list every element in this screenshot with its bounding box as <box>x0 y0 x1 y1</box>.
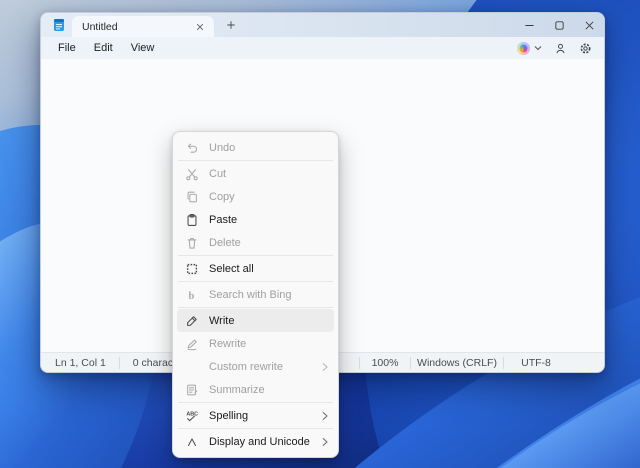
menu-item-summarize: Summarize <box>177 378 334 401</box>
gear-icon <box>579 42 592 55</box>
menu-item-write[interactable]: Write <box>177 309 334 332</box>
menu-item-label: Rewrite <box>209 338 330 350</box>
tab-title: Untitled <box>82 21 192 33</box>
menu-item-label: Spelling <box>209 410 316 422</box>
menu-separator <box>178 255 333 256</box>
close-window-button[interactable] <box>574 13 604 37</box>
toolbar-right <box>517 42 592 55</box>
menu-item-label: Paste <box>209 214 330 226</box>
menu-file[interactable]: File <box>49 40 85 56</box>
undo-icon <box>184 140 200 156</box>
copilot-icon <box>517 42 530 55</box>
menu-item-copy: Copy <box>177 185 334 208</box>
no-icon <box>184 359 200 375</box>
status-cursor-position: Ln 1, Col 1 <box>41 357 119 369</box>
status-zoom-level: 100% <box>360 357 410 369</box>
menu-item-paste[interactable]: Paste <box>177 208 334 231</box>
close-icon <box>196 23 204 31</box>
menu-item-label: Undo <box>209 142 330 154</box>
menu-item-label: Custom rewrite <box>209 361 316 373</box>
notepad-app-icon <box>46 13 72 37</box>
menu-item-select-all[interactable]: Select all <box>177 257 334 280</box>
maximize-icon <box>554 20 565 31</box>
account-button[interactable] <box>554 42 567 55</box>
tab-close-button[interactable] <box>192 19 208 35</box>
menu-view[interactable]: View <box>122 40 164 56</box>
desktop: Untitled <box>0 0 640 468</box>
menu-separator <box>178 428 333 429</box>
person-icon <box>554 42 567 55</box>
status-encoding: UTF-8 <box>504 357 568 369</box>
svg-text:ABC: ABC <box>186 411 198 417</box>
menu-item-label: Display and Unicode <box>209 436 316 448</box>
spelling-icon: ABC <box>184 408 200 424</box>
menu-item-delete: Delete <box>177 231 334 254</box>
minimize-button[interactable] <box>514 13 544 37</box>
menu-item-label: Copy <box>209 191 330 203</box>
menu-separator <box>178 307 333 308</box>
submenu-chevron-icon <box>316 437 330 447</box>
menu-item-display-and-unicode[interactable]: Display and Unicode <box>177 430 334 453</box>
menu-item-custom-rewrite: Custom rewrite <box>177 355 334 378</box>
copy-icon <box>184 189 200 205</box>
delete-icon <box>184 235 200 251</box>
context-menu: Undo Cut Copy Paste Delete Select all b Search … <box>172 131 339 458</box>
close-icon <box>584 20 595 31</box>
tab-untitled[interactable]: Untitled <box>72 16 214 37</box>
menu-item-cut: Cut <box>177 162 334 185</box>
menu-item-label: Summarize <box>209 384 330 396</box>
status-line-endings: Windows (CRLF) <box>411 357 503 369</box>
menu-item-label: Cut <box>209 168 330 180</box>
titlebar: Untitled <box>41 13 604 37</box>
minimize-icon <box>524 20 535 31</box>
menu-item-spelling[interactable]: ABC Spelling <box>177 404 334 427</box>
menu-item-label: Write <box>209 315 330 327</box>
maximize-button[interactable] <box>544 13 574 37</box>
rewrite-icon <box>184 336 200 352</box>
menu-separator <box>178 281 333 282</box>
menu-edit[interactable]: Edit <box>85 40 122 56</box>
paste-icon <box>184 212 200 228</box>
new-tab-button[interactable] <box>220 14 242 36</box>
notepad-icon <box>53 18 65 32</box>
plus-icon <box>226 20 236 30</box>
summarize-icon <box>184 382 200 398</box>
menu-item-label: Search with Bing <box>209 289 330 301</box>
submenu-chevron-icon <box>316 362 330 372</box>
menu-item-rewrite: Rewrite <box>177 332 334 355</box>
titlebar-drag-area <box>242 13 514 37</box>
menu-item-undo: Undo <box>177 136 334 159</box>
svg-text:b: b <box>189 290 195 301</box>
menu-item-search-with-bing: b Search with Bing <box>177 283 334 306</box>
display-unicode-icon <box>184 434 200 450</box>
write-icon <box>184 313 200 329</box>
copilot-button[interactable] <box>517 42 542 55</box>
menu-item-label: Delete <box>209 237 330 249</box>
cut-icon <box>184 166 200 182</box>
chevron-down-icon <box>534 45 542 51</box>
bing-icon: b <box>184 287 200 303</box>
submenu-chevron-icon <box>316 411 330 421</box>
select-all-icon <box>184 261 200 277</box>
menubar: File Edit View <box>41 37 604 59</box>
menu-item-label: Select all <box>209 263 330 275</box>
menu-separator <box>178 402 333 403</box>
settings-button[interactable] <box>579 42 592 55</box>
menu-separator <box>178 160 333 161</box>
